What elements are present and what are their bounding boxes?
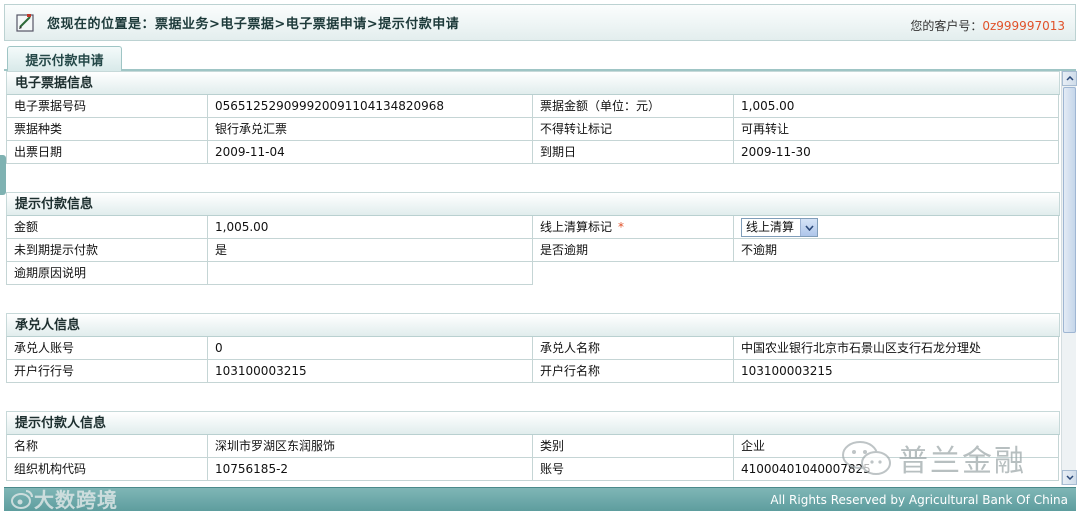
early-payment-value: 是 [208,239,533,262]
online-clearing-select[interactable]: 线上清算 [741,218,818,237]
section-title-presenter-info: 提示付款人信息 [6,411,1060,435]
field-label: 名称 [6,435,208,458]
field-label: 金额 [6,216,208,239]
select-arrow-icon[interactable] [800,219,817,236]
section-title-acceptor-info: 承兑人信息 [6,313,1060,337]
field-value: 银行承兑汇票 [208,118,533,141]
watermark-right: 普兰金融 [838,436,1026,480]
payment-info-table: 金额 1,005.00 线上清算标记 * 线上清算 未到期提示付款 是 是否逾期 … [6,216,1059,285]
field-label: 到期日 [533,141,734,164]
field-value: 1,005.00 [734,95,1059,118]
breadcrumb: 您现在的位置是：票据业务>电子票据>电子票据申请>提示付款申请 [47,13,459,32]
field-value: 0565125290999200911041348209​68 [208,95,533,118]
field-value: 0 [208,337,533,360]
sidebar-collapse-handle[interactable] [0,155,6,195]
edit-location-icon [16,13,34,32]
scroll-down-icon[interactable] [1062,470,1077,485]
select-value: 线上清算 [746,220,795,234]
vertical-scrollbar[interactable] [1061,71,1077,485]
field-label: 承兑人账号 [6,337,208,360]
field-label: 类别 [533,435,734,458]
field-label: 逾期原因说明 [6,262,208,285]
acceptor-info-table: 承兑人账号 0 承兑人名称 中国农业银行北京市石景山区支行石龙分理处 开户行行号… [6,337,1059,383]
watermark-text-left: 大数跨境 [34,488,118,512]
field-label: 开户行名称 [533,360,734,383]
field-value: 2009-11-04 [208,141,533,164]
customer-number-display: 您的客户号：0z999997013 [910,17,1065,34]
overdue-reason-value [208,262,533,285]
footer-bar: All Rights Reserved by Agricultural Bank… [4,487,1076,511]
field-value: 中国农业银行北京市石景山区支行石龙分理处 [734,337,1059,360]
watermark-left: 大数跨境 [10,484,118,513]
field-value: 深圳市罗湖区东润服饰 [208,435,533,458]
weibo-icon [11,489,33,509]
breadcrumb-bar: 您现在的位置是：票据业务>电子票据>电子票据申请>提示付款申请 您的客户号：0z… [4,4,1076,41]
field-label: 票据金额（单位：元） [533,95,734,118]
field-value: 10756185-2 [208,458,533,481]
online-clearing-label-text: 线上清算标记 [540,220,613,234]
customer-number: 0z999997013 [982,19,1065,33]
tab-payment-request[interactable]: 提示付款申请 [7,46,122,72]
breadcrumb-prefix: 您现在的位置是： [47,17,156,32]
online-clearing-label: 线上清算标记 * [533,216,734,239]
field-value: 可再转让 [734,118,1059,141]
section-title-payment-info: 提示付款信息 [6,192,1060,216]
field-value: 2009-11-30 [734,141,1059,164]
empty-cell [734,262,1059,285]
watermark-text-right: 普兰金融 [898,444,1026,479]
overdue-value: 不逾期 [734,239,1059,262]
tab-strip: 提示付款申请 [4,44,1076,72]
online-clearing-cell: 线上清算 [734,216,1059,239]
field-value: 103100003215 [734,360,1059,383]
customer-label: 您的客户号： [910,19,983,33]
section-title-bill-info: 电子票据信息 [6,71,1060,95]
field-label: 是否逾期 [533,239,734,262]
copyright-text: All Rights Reserved by Agricultural Bank… [770,493,1068,507]
empty-cell [533,262,734,285]
field-label: 开户行行号 [6,360,208,383]
breadcrumb-path: 票据业务>电子票据>电子票据申请>提示付款申请 [155,17,460,32]
field-label: 组织机构代码 [6,458,208,481]
field-label: 未到期提示付款 [6,239,208,262]
bill-info-table: 电子票据号码 0565125290999200911041348209​68 票… [6,95,1059,164]
field-label: 账号 [533,458,734,481]
form-content: 电子票据信息 电子票据号码 05651252909992009110413482… [6,71,1060,485]
field-label: 承兑人名称 [533,337,734,360]
field-label: 不得转让标记 [533,118,734,141]
field-value: 103100003215 [208,360,533,383]
field-label: 出票日期 [6,141,208,164]
wechat-icon [842,441,891,475]
field-label: 电子票据号码 [6,95,208,118]
required-mark: * [618,220,625,234]
scrollbar-thumb[interactable] [1063,87,1076,333]
scroll-up-icon[interactable] [1062,71,1077,86]
amount-value: 1,005.00 [208,216,533,239]
field-label: 票据种类 [6,118,208,141]
